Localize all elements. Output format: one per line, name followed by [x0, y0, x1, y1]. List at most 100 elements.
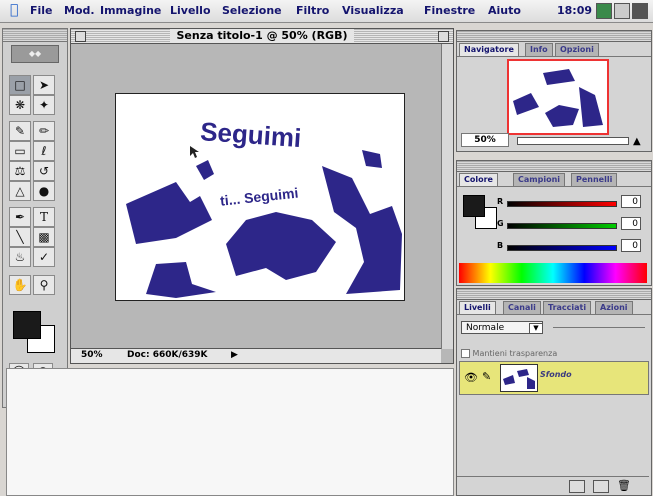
- navigator-titlebar[interactable]: [457, 31, 651, 42]
- tab-pennelli[interactable]: Pennelli: [571, 173, 618, 186]
- color-foreground-swatch[interactable]: [463, 195, 485, 217]
- pen-tool-icon[interactable]: ✒: [9, 207, 31, 227]
- hand-tool-icon[interactable]: ✋: [9, 275, 31, 295]
- color-spectrum-bar[interactable]: [459, 263, 647, 283]
- menu-selezione[interactable]: Selezione: [222, 4, 282, 17]
- navigator-zoom-field[interactable]: 50%: [461, 133, 509, 147]
- menu-file[interactable]: File: [30, 4, 53, 17]
- tab-campioni[interactable]: Campioni: [513, 173, 566, 186]
- zoom-in-icon[interactable]: ▲: [633, 136, 641, 147]
- slider-red-label: R: [497, 197, 504, 206]
- menu-finestre[interactable]: Finestre: [424, 4, 475, 17]
- image-canvas[interactable]: Seguimi ti... Seguimi: [115, 93, 405, 301]
- blue-shape: [322, 166, 402, 294]
- tab-azioni[interactable]: Azioni: [595, 301, 633, 314]
- menu-immagine[interactable]: Immagine: [100, 4, 161, 17]
- document-title: Senza titolo-1 @ 50% (RGB): [170, 29, 354, 42]
- tab-colore[interactable]: Colore: [459, 173, 498, 186]
- history-brush-tool-icon[interactable]: ↺: [33, 161, 55, 181]
- new-set-icon[interactable]: [569, 480, 585, 493]
- blend-dropdown-icon[interactable]: ▼: [529, 323, 543, 334]
- color-titlebar[interactable]: [457, 161, 651, 172]
- blur-tool-icon[interactable]: △: [9, 181, 31, 201]
- blue-shape: [146, 262, 216, 298]
- blue-shape: [196, 160, 214, 180]
- menu-filtro[interactable]: Filtro: [296, 4, 329, 17]
- menu-bar:  File Mod. Immagine Livello Selezione F…: [0, 0, 653, 23]
- opacity-line: [553, 327, 645, 328]
- move-tool-icon[interactable]: ➤: [33, 75, 55, 95]
- pencil-tool-icon[interactable]: ℓ: [33, 141, 55, 161]
- canvas-arc-text-small: ti... Seguimi: [219, 185, 299, 209]
- slider-green-label: G: [497, 219, 504, 228]
- layer-row[interactable]: 👁 ✎ Sfondo: [459, 361, 649, 395]
- tab-navigatore[interactable]: Navigatore: [459, 43, 519, 56]
- menu-livello[interactable]: Livello: [170, 4, 211, 17]
- slider-green-value[interactable]: 0: [621, 217, 641, 230]
- layer-name[interactable]: Sfondo: [540, 370, 572, 379]
- vertical-scrollbar[interactable]: [441, 44, 453, 349]
- zoom-box-icon[interactable]: [438, 31, 449, 42]
- new-layer-icon[interactable]: [593, 480, 609, 493]
- marquee-tool-icon[interactable]: □: [9, 75, 31, 95]
- slider-blue-label: B: [497, 241, 504, 250]
- eye-icon[interactable]: 👁: [464, 371, 478, 384]
- document-titlebar[interactable]: Senza titolo-1 @ 50% (RGB): [71, 29, 453, 44]
- tab-canali[interactable]: Canali: [503, 301, 541, 314]
- status-zoom[interactable]: 50%: [81, 350, 103, 360]
- layers-titlebar[interactable]: [457, 289, 651, 300]
- pointer-cursor-icon: [190, 146, 199, 158]
- tab-info[interactable]: Info: [525, 43, 553, 56]
- photoshop-app-icon[interactable]: [596, 3, 612, 19]
- layer-thumbnail: [500, 364, 538, 392]
- lasso-tool-icon[interactable]: ❋: [9, 95, 31, 115]
- paintbrush-tool-icon[interactable]: ✏: [33, 121, 55, 141]
- apple-icon[interactable]: : [10, 2, 18, 18]
- gradient-tool-icon[interactable]: ▩: [33, 227, 55, 247]
- trash-icon[interactable]: 🗑: [617, 479, 631, 492]
- brush-icon: ✎: [482, 370, 492, 383]
- navigator-preview-artwork: [513, 69, 603, 127]
- stamp-tool-icon[interactable]: ⚖: [9, 161, 31, 181]
- layers-footer: 🗑: [457, 476, 649, 495]
- canvas-arc-text-large: Seguimi: [199, 116, 302, 153]
- status-arrow-icon[interactable]: ▶: [231, 350, 238, 360]
- slider-green-track[interactable]: [507, 223, 617, 229]
- tab-tracciati[interactable]: Tracciati: [543, 301, 592, 314]
- application-switcher-icon[interactable]: [614, 3, 630, 19]
- type-tool-icon[interactable]: T: [33, 207, 55, 227]
- slider-red-track[interactable]: [507, 201, 617, 207]
- airbrush-tool-icon[interactable]: ✎: [9, 121, 31, 141]
- menu-modifica[interactable]: Mod.: [64, 4, 95, 17]
- zoom-tool-icon[interactable]: ⚲: [33, 275, 55, 295]
- document-window: Senza titolo-1 @ 50% (RGB) Seguimi ti...…: [70, 28, 454, 364]
- tab-livelli[interactable]: Livelli: [459, 301, 496, 314]
- navigator-zoom-slider[interactable]: [517, 137, 629, 145]
- slider-blue[interactable]: B 0: [497, 239, 645, 257]
- magic-wand-tool-icon[interactable]: ✦: [33, 95, 55, 115]
- layer-thumbnail-artwork: [503, 369, 535, 389]
- paint-bucket-tool-icon[interactable]: ♨: [9, 247, 31, 267]
- color-palette: Colore Campioni Pennelli R 0 G 0 B 0: [456, 160, 652, 286]
- tab-opzioni[interactable]: Opzioni: [555, 43, 599, 56]
- slider-blue-value[interactable]: 0: [621, 239, 641, 252]
- slider-green[interactable]: G 0: [497, 217, 645, 235]
- tools-titlebar[interactable]: [3, 29, 67, 42]
- line-tool-icon[interactable]: ╲: [9, 227, 31, 247]
- slider-red[interactable]: R 0: [497, 195, 645, 213]
- finder-icon[interactable]: [632, 3, 648, 19]
- menu-visualizza[interactable]: Visualizza: [342, 4, 404, 17]
- preserve-transparency-checkbox[interactable]: Mantieni trasparenza: [461, 349, 557, 358]
- checkbox-box[interactable]: [461, 349, 470, 358]
- eyedropper-tool-icon[interactable]: ✓: [33, 247, 55, 267]
- photoshop-logo-icon: ◆◆: [11, 45, 59, 63]
- slider-red-value[interactable]: 0: [621, 195, 641, 208]
- preserve-transparency-label: Mantieni trasparenza: [472, 349, 558, 358]
- menu-aiuto[interactable]: Aiuto: [488, 4, 521, 17]
- desktop-area: [6, 368, 454, 496]
- foreground-color-swatch[interactable]: [13, 311, 41, 339]
- slider-blue-track[interactable]: [507, 245, 617, 251]
- navigator-preview[interactable]: [507, 59, 609, 135]
- eraser-tool-icon[interactable]: ▭: [9, 141, 31, 161]
- dodge-tool-icon[interactable]: ●: [33, 181, 55, 201]
